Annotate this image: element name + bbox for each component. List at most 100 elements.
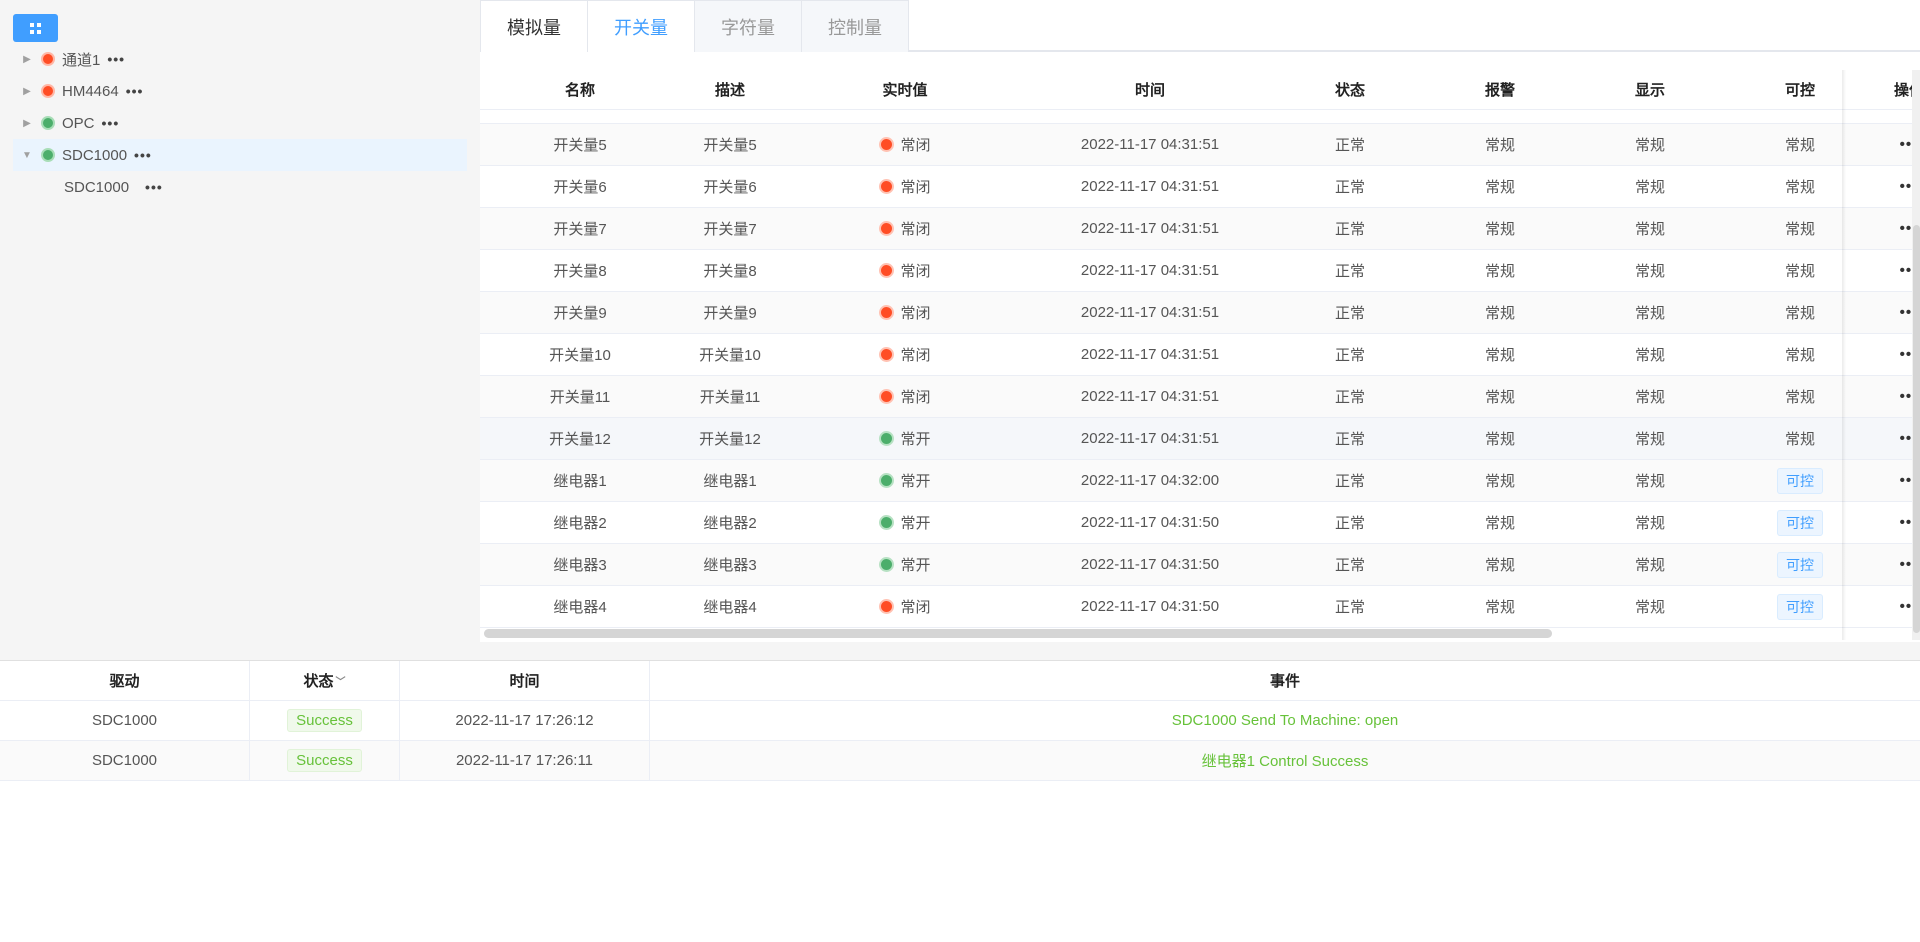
table-row[interactable]: 开关量12 开关量12 常开 2022-11-17 04:31:51 正常 常规 常规 常规 •… bbox=[480, 418, 1920, 460]
tree-node-sdc1000-child[interactable]: SDC1000 ••• bbox=[13, 171, 467, 203]
tree-node-sdc1000[interactable]: ▼ SDC1000 ••• bbox=[13, 139, 467, 171]
cell-alarm: 常规 bbox=[1484, 221, 1515, 238]
status-red-icon bbox=[879, 389, 895, 404]
more-icon[interactable]: ••• bbox=[134, 147, 152, 163]
cell-alarm: 常规 bbox=[1484, 557, 1515, 574]
table-row[interactable]: 开关量9 开关量9 常闭 2022-11-17 04:31:51 正常 常规 常规 常规 ••• bbox=[480, 292, 1920, 334]
cell-value-text: 常闭 bbox=[900, 389, 931, 406]
status-red-icon bbox=[879, 305, 895, 320]
cell-alarm: 常规 bbox=[1484, 347, 1515, 364]
tab-control[interactable]: 控制量 bbox=[802, 0, 909, 52]
tree-node-label: SDC1000 bbox=[62, 146, 128, 164]
caret-down-icon[interactable]: ▼ bbox=[13, 150, 41, 161]
table-row[interactable]: 开关量5 开关量5 常闭 2022-11-17 04:31:51 正常 常规 常规 常规 ••• bbox=[480, 124, 1920, 166]
cell-ctrl: 可控 bbox=[1730, 509, 1870, 536]
cell-alarm: 常规 bbox=[1484, 599, 1515, 616]
cell-desc: 开关量5 bbox=[703, 137, 757, 154]
cell-value: 常闭 bbox=[780, 176, 1030, 197]
status-red-icon bbox=[41, 84, 55, 98]
cell-name: 继电器2 bbox=[553, 515, 607, 532]
log-header-event: 事件 bbox=[1269, 673, 1300, 690]
status-green-icon bbox=[41, 116, 55, 130]
tree-node-hm4464[interactable]: ▶ HM4464 ••• bbox=[13, 75, 467, 107]
cell-alarm: 常规 bbox=[1484, 137, 1515, 154]
tree-node-label: HM4464 bbox=[62, 82, 119, 100]
tree-node-channel1[interactable]: ▶ 通道1 ••• bbox=[13, 43, 467, 75]
cell-time: 2022-11-17 04:31:50 bbox=[1080, 556, 1220, 573]
vertical-scrollbar[interactable] bbox=[1913, 225, 1920, 633]
cell-time: 2022-11-17 04:31:50 bbox=[1080, 598, 1220, 615]
cell-value: 常开 bbox=[780, 428, 1030, 449]
log-row[interactable]: SDC1000 Success 2022-11-17 17:26:12 SDC1000… bbox=[0, 701, 1920, 741]
horizontal-scrollbar[interactable] bbox=[484, 629, 1552, 638]
cell-alarm: 常规 bbox=[1430, 110, 1570, 113]
table-row[interactable]: 开关量7 开关量7 常闭 2022-11-17 04:31:51 正常 常规 常规 常规 ••• bbox=[480, 208, 1920, 250]
table-row[interactable]: 继电器3 继电器3 常开 2022-11-17 04:31:50 正常 常规 常规 可控 ••• bbox=[480, 544, 1920, 586]
cell-value-text: 常闭 bbox=[900, 137, 931, 154]
table-row[interactable]: 继电器1 继电器1 常开 2022-11-17 04:32:00 正常 常规 常规 可控 ••• bbox=[480, 460, 1920, 502]
tab-switch[interactable]: 开关量 bbox=[588, 0, 695, 52]
cell-time: 2022-11-17 04:31:51 bbox=[1080, 346, 1220, 363]
log-header-time: 时间 bbox=[400, 661, 650, 700]
cell-name: 开关量11 bbox=[549, 389, 611, 406]
table-row[interactable]: 开关量8 开关量8 常闭 2022-11-17 04:31:51 正常 常规 常规 常规 ••• bbox=[480, 250, 1920, 292]
cell-ctrl: 可控 bbox=[1730, 551, 1870, 578]
log-header-state[interactable]: 状态 ﹀ bbox=[250, 661, 400, 700]
event-log-panel: 驱动 状态 ﹀ 时间 事件 SDC1000 Success 2022-11-17 1… bbox=[0, 660, 1920, 942]
more-icon[interactable]: ••• bbox=[126, 83, 144, 99]
cell-state: 正常 bbox=[1334, 347, 1365, 364]
more-icon[interactable]: ••• bbox=[107, 51, 125, 67]
tab-string[interactable]: 字符量 bbox=[695, 0, 802, 52]
cell-state: 正常 bbox=[1334, 221, 1365, 238]
table-header: 名称 描述 实时值 时间 状态 报警 显示 可控 操作 bbox=[480, 70, 1920, 110]
table-row[interactable]: 继电器4 继电器4 常闭 2022-11-17 04:31:50 正常 常规 常规 可控 ••• bbox=[480, 586, 1920, 628]
cell-state: 正常 bbox=[1334, 389, 1365, 406]
cell-value-text: 常闭 bbox=[900, 221, 931, 238]
table-row[interactable]: 开关量4开关量4常闭2022-11-17 04:31:51正常常规常规常规••• bbox=[480, 110, 1920, 124]
controllable-tag: 可控 bbox=[1777, 509, 1823, 536]
status-green-icon bbox=[879, 473, 895, 488]
cell-state: 正常 bbox=[1334, 305, 1365, 322]
cell-alarm: 常规 bbox=[1484, 179, 1515, 196]
chevron-down-icon[interactable]: ﹀ bbox=[336, 673, 346, 688]
cell-value-text: 常闭 bbox=[900, 263, 931, 280]
cell-show: 常规 bbox=[1570, 110, 1730, 113]
table-row[interactable]: 继电器2 继电器2 常开 2022-11-17 04:31:50 正常 常规 常规 可控 ••• bbox=[480, 502, 1920, 544]
tab-analog[interactable]: 模拟量 bbox=[480, 0, 588, 52]
cell-value-text: 常闭 bbox=[900, 305, 931, 322]
cell-ctrl: 常规 bbox=[1784, 179, 1815, 196]
cell-alarm: 常规 bbox=[1484, 515, 1515, 532]
status-red-icon bbox=[879, 179, 895, 194]
cell-desc: 开关量11 bbox=[699, 389, 761, 406]
caret-right-icon[interactable]: ▶ bbox=[13, 118, 41, 129]
fixed-column-shadow bbox=[1842, 70, 1846, 640]
tree-node-opc[interactable]: ▶ OPC ••• bbox=[13, 107, 467, 139]
log-row[interactable]: SDC1000 Success 2022-11-17 17:26:11 继电器1 Co… bbox=[0, 741, 1920, 781]
cell-value: 常闭 bbox=[780, 134, 1030, 155]
status-red-icon bbox=[879, 263, 895, 278]
cell-ctrl: 常规 bbox=[1784, 389, 1815, 406]
menu-button[interactable] bbox=[13, 14, 58, 42]
table-row[interactable]: 开关量10 开关量10 常闭 2022-11-17 04:31:51 正常 常规 常规 常规 •… bbox=[480, 334, 1920, 376]
more-icon[interactable]: ••• bbox=[145, 179, 163, 195]
cell-show: 常规 bbox=[1634, 473, 1665, 490]
cell-desc: 继电器2 bbox=[703, 515, 757, 532]
cell-show: 常规 bbox=[1634, 599, 1665, 616]
cell-name: 继电器4 bbox=[553, 599, 607, 616]
success-badge: Success bbox=[287, 749, 362, 772]
caret-right-icon[interactable]: ▶ bbox=[13, 54, 41, 65]
cell-ctrl: 常规 bbox=[1784, 221, 1815, 238]
table-row[interactable]: 开关量6 开关量6 常闭 2022-11-17 04:31:51 正常 常规 常规 常规 ••• bbox=[480, 166, 1920, 208]
more-icon[interactable]: ••• bbox=[102, 115, 120, 131]
caret-right-icon[interactable]: ▶ bbox=[13, 86, 41, 97]
status-red-icon bbox=[879, 137, 895, 152]
table-row[interactable]: 开关量11 开关量11 常闭 2022-11-17 04:31:51 正常 常规 常规 常规 •… bbox=[480, 376, 1920, 418]
header-ctrl: 可控 bbox=[1784, 82, 1815, 99]
header-show: 显示 bbox=[1634, 82, 1665, 99]
grid-icon bbox=[30, 22, 41, 34]
cell-state: 正常 bbox=[1270, 110, 1430, 113]
cell-state: 正常 bbox=[1334, 137, 1365, 154]
cell-show: 常规 bbox=[1634, 431, 1665, 448]
controllable-tag: 可控 bbox=[1777, 593, 1823, 620]
cell-alarm: 常规 bbox=[1484, 305, 1515, 322]
